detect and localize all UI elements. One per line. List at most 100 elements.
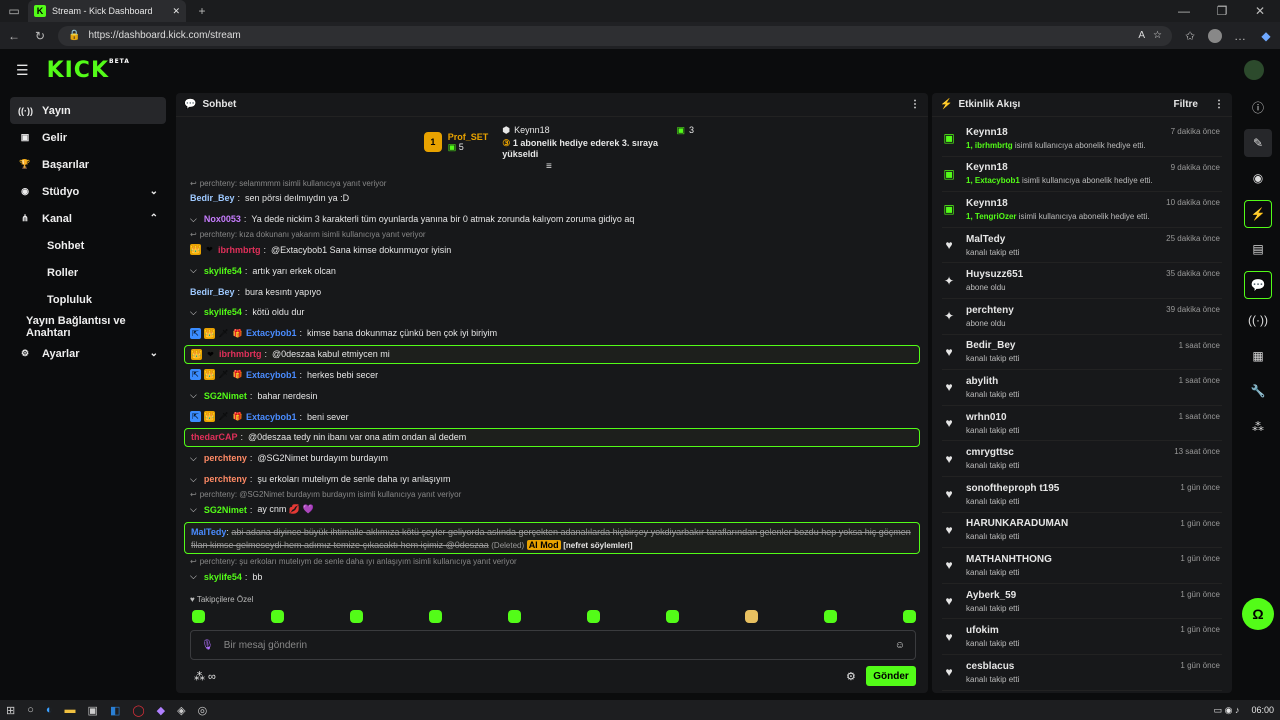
chat-username[interactable]: Extacybob1 [246,370,297,380]
sidebar-item-6[interactable]: Roller [10,259,166,286]
activity-item[interactable]: ♥ MATHANHTHONG kanalı takip etti 1 gün önce [942,548,1222,584]
edge-icon[interactable]: ◐ [46,704,53,716]
user-avatar[interactable] [1244,60,1264,80]
activity-item[interactable]: ▣ Keynn18 1, Extacybob1 isimli kullanıcıya… [942,157,1222,193]
sidebar-item-1[interactable]: ▣ Gelir [10,124,166,151]
tab-actions-icon[interactable]: ▭ [6,4,22,18]
collapse-chevron-icon[interactable]: ⌵ [190,307,197,318]
minimize-button[interactable]: — [1176,4,1192,18]
favorite-icon[interactable]: ☆ [1153,30,1162,41]
collapse-chevron-icon[interactable]: ⌵ [190,504,197,515]
collapse-pinned-icon[interactable]: ≡ [546,161,552,172]
collapse-chevron-icon[interactable]: ⌵ [190,265,197,276]
sidebar-item-7[interactable]: Topluluk [10,286,166,313]
search-icon[interactable]: ○ [27,704,34,716]
tools-icon[interactable]: 🔧 [1244,377,1272,405]
activity-item[interactable]: ♥ Ayberk_59 kanalı takip etti 1 gün önce [942,584,1222,620]
activity-item[interactable]: ♥ cmrygttsc kanalı takip etti 13 saat önce [942,441,1222,477]
chat-toggle-icon[interactable]: 💬 [1244,270,1272,299]
chat-username[interactable]: perchteny [204,453,247,463]
event-user[interactable]: wrhn010 [966,412,1019,423]
chat-message[interactable]: ⌵ perchteny: @SG2Nimet burdayım burdayım [184,448,920,469]
event-user[interactable]: perchteny [966,305,1014,316]
reload-button[interactable]: ↻ [32,29,48,43]
filter-button[interactable]: Filtre [1174,99,1198,110]
close-window-button[interactable]: ✕ [1252,4,1268,18]
event-user[interactable]: ufokim [966,625,1019,636]
chat-username[interactable]: ibrhmbrtg [219,349,262,359]
event-user[interactable]: HARUNKARADUMAN [966,518,1068,529]
chat-username[interactable]: SG2Nimet [204,391,247,401]
activity-item[interactable]: ▣ Keynn18 1, TengriOzer isimli kullanıcıya… [942,192,1222,228]
chat-message[interactable]: ⌵ skylife54: bb [184,566,920,587]
chat-more-icon[interactable]: ⋮ [910,99,920,110]
integrations-icon[interactable]: ⁂ [1244,413,1272,441]
chat-username[interactable]: skylife54 [204,266,242,276]
emote-icon[interactable] [350,610,363,623]
chat-username[interactable]: SG2Nimet [204,505,247,515]
sidebar-item-2[interactable]: 🏆 Başarılar [10,151,166,178]
emote-icon[interactable] [271,610,284,623]
reply-context[interactable]: ↩ perchteny: @SG2Nimet burdayım burdayım … [184,490,920,500]
tray-icons[interactable]: ▭ ◉ ♪ [1214,705,1240,716]
emote-icon[interactable] [587,610,600,623]
event-user[interactable]: Keynn18 [966,127,1146,138]
chat-username[interactable]: perchteny [204,474,247,484]
chevron-icon[interactable]: ⌄ [150,186,158,197]
browser-menu-icon[interactable]: … [1232,29,1248,43]
back-button[interactable]: ← [6,29,22,43]
collapse-chevron-icon[interactable]: ⌵ [190,214,197,225]
pinned-user[interactable]: Prof_SET [448,132,489,142]
sidebar-item-9[interactable]: ⚙ Ayarlar ⌄ [10,340,166,367]
activity-more-icon[interactable]: ⋮ [1214,99,1224,110]
windows-start-icon[interactable]: ⊞ [6,704,15,717]
emote-icon[interactable] [903,610,916,623]
collections-icon[interactable]: ✩ [1182,29,1198,43]
app-icon[interactable]: ◆ [157,704,165,717]
support-button[interactable]: Ω [1242,598,1274,630]
chat-message[interactable]: ⇱ 👑 🗡 🎁 Extacybob1: herkes bebi secer [184,365,920,386]
activity-item[interactable]: ♥ wrhn010 kanalı takip etti 1 saat önce [942,406,1222,442]
emote-icon[interactable] [508,610,521,623]
collapse-chevron-icon[interactable]: ⌵ [190,453,197,464]
gift-recipient[interactable]: 1, ibrhmbrtg [966,141,1013,150]
chat-settings-icon[interactable]: ⚙ [846,670,856,683]
chevron-icon[interactable]: ⌃ [150,213,158,224]
maximize-button[interactable]: ❐ [1214,4,1230,18]
chat-message[interactable]: thedarCAP: @0deszaa tedy nin ibanı var on… [184,427,920,447]
chat-username[interactable]: Bedir_Bey [190,193,235,203]
event-user[interactable]: Keynn18 [966,162,1153,173]
chat-message[interactable]: ⌵ skylife54: artık yarı erkek olcan [184,260,920,281]
chat-message[interactable]: Bedir_Bey: bura kesıntı yapıyo [184,281,920,302]
event-user[interactable]: Huysuzz651 [966,269,1023,280]
chat-message[interactable]: ⇱ 👑 🗡 🎁 Extacybob1: beni sever [184,406,920,427]
emote-icon[interactable] [429,610,442,623]
collapse-chevron-icon[interactable]: ⌵ [190,390,197,401]
event-user[interactable]: Ayberk_59 [966,590,1019,601]
tab-close-icon[interactable]: ✕ [172,6,180,17]
chat-message-list[interactable]: ↩ perchteny: selammmm isimli kullanıcıya … [184,178,920,587]
event-user[interactable]: abylith [966,376,1019,387]
chat-message[interactable]: 👑 ❤ ibrhmbrtg: @0deszaa kabul etmiycen mi [184,344,920,364]
gift-recipient[interactable]: 1, TengriOzer [966,212,1017,221]
opera-icon[interactable]: ◯ [132,704,144,717]
chat-username[interactable]: Bedir_Bey [190,287,235,297]
activity-item[interactable]: ♥ sonoftheproph t195 kanalı takip etti 1 gü… [942,477,1222,513]
reply-context[interactable]: ↩ perchteny: kıza dokunanı yakarım isimli… [184,230,920,240]
app3-icon[interactable]: ◎ [198,704,208,717]
chat-message[interactable]: ⌵ SG2Nimet: bahar nerdesin [184,385,920,406]
microphone-icon[interactable]: 🎙 [201,640,214,651]
kick-logo[interactable]: KICKBETA [47,58,130,83]
activity-item[interactable]: ✦ perchteny abone oldu 39 dakika önce [942,299,1222,335]
activity-list[interactable]: ▣ Keynn18 1, ibrhmbrtg isimli kullanıcıya … [932,121,1232,691]
event-user[interactable]: Keynn18 [966,198,1150,209]
activity-item[interactable]: ✦ Huysuzz651 abone oldu 35 dakika önce [942,263,1222,299]
chat-tools-icon[interactable]: ⁂ ∞ [194,670,216,683]
chat-username[interactable]: Extacybob1 [246,328,297,338]
chat-message[interactable]: ⌵ SG2Nimet: ay cnm 💋 💜 [184,500,920,521]
event-user[interactable]: Bedir_Bey [966,340,1019,351]
chat-username[interactable]: thedarCAP [191,432,238,442]
queue-icon[interactable]: ▦ [1244,342,1272,370]
profile-avatar[interactable] [1208,28,1222,43]
emote-icon[interactable] [192,610,205,623]
